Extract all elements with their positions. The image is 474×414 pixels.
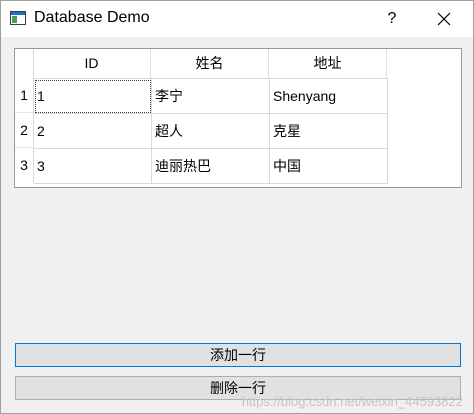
data-table[interactable]: ID 姓名 地址 1 2 3 1 李宁 Shenyang 2 超人 克星 3 迪… <box>14 48 462 188</box>
table-cell-r1-name[interactable]: 李宁 <box>152 79 270 114</box>
table-cell-r3-address[interactable]: 中国 <box>270 149 388 184</box>
table-cell-r3-name[interactable]: 迪丽热巴 <box>152 149 270 184</box>
help-button[interactable]: ? <box>379 5 405 33</box>
row-header-1[interactable]: 1 <box>15 78 33 113</box>
title-bar[interactable]: Database Demo ? <box>1 1 473 37</box>
database-demo-window: Database Demo ? ID 姓名 地址 1 2 3 1 李宁 Shen… <box>0 0 474 414</box>
table-cell-r1-id[interactable]: 1 <box>34 79 152 114</box>
row-header-3[interactable]: 3 <box>15 148 33 183</box>
add-row-button[interactable]: 添加一行 <box>15 343 461 367</box>
column-header-address[interactable]: 地址 <box>269 49 387 78</box>
table-cell-r2-id[interactable]: 2 <box>34 114 152 149</box>
watermark: https://blog.csdn.net/weixin_44593822 <box>241 394 463 409</box>
window-title: Database Demo <box>34 9 150 26</box>
table-cell-r2-name[interactable]: 超人 <box>152 114 270 149</box>
table-corner-button[interactable] <box>15 49 33 78</box>
row-header-divider-1 <box>15 112 33 113</box>
row-header-2[interactable]: 2 <box>15 113 33 148</box>
column-header-id[interactable]: ID <box>33 49 151 78</box>
window-icon <box>10 11 26 25</box>
table-cell-r1-address[interactable]: Shenyang <box>270 79 388 114</box>
close-button[interactable] <box>427 5 461 33</box>
table-cell-r3-id[interactable]: 3 <box>34 149 152 184</box>
table-cell-r2-address[interactable]: 克星 <box>270 114 388 149</box>
close-icon <box>437 12 451 26</box>
column-header-name[interactable]: 姓名 <box>151 49 269 78</box>
row-header-divider-2 <box>15 147 33 148</box>
